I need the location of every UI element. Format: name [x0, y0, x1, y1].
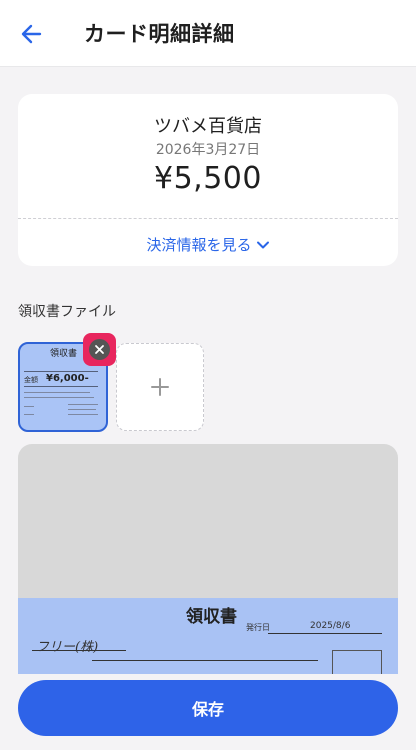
close-icon [95, 345, 104, 354]
thumbnail-line [24, 371, 98, 372]
thumbnail-line [24, 397, 94, 398]
receipt-issued-label: 発行日 [246, 623, 270, 632]
receipt-image: 領収書 発行日 2025/8/6 フリー(株) [18, 598, 398, 674]
thumbnail-line [68, 404, 98, 405]
receipt-files-label: 領収書ファイル [18, 304, 116, 320]
payment-info-label: 決済情報を見る [146, 236, 252, 254]
thumbnail-line [24, 392, 90, 393]
receipt-preview: 領収書 発行日 2025/8/6 フリー(株) [18, 444, 398, 674]
remove-receipt-button[interactable] [83, 333, 116, 366]
thumbnail-line [68, 409, 96, 410]
thumbnail-amount-label: 金額 [24, 376, 38, 384]
thumbnail-line [24, 406, 34, 407]
save-button[interactable]: 保存 [18, 680, 398, 736]
receipt-recipient: フリー(株) [36, 640, 99, 655]
add-receipt-button[interactable] [116, 343, 204, 431]
receipt-title: 領収書 [186, 607, 237, 627]
chevron-down-icon [256, 241, 269, 249]
transaction-amount: ¥5,500 [154, 161, 262, 196]
receipt-issued-date: 2025/8/6 [310, 621, 351, 631]
thumbnail-line [24, 414, 34, 415]
plus-icon [151, 378, 169, 396]
back-arrow-icon [21, 24, 42, 44]
payment-info-link[interactable]: 決済情報を見る [18, 234, 398, 255]
transaction-date: 2026年3月27日 [155, 142, 261, 158]
transaction-card: ツバメ百貨店 2026年3月27日 ¥5,500 決済情報を見る [18, 94, 398, 266]
thumbnail-amount: ¥6,000- [46, 373, 89, 384]
thumbnail-line [68, 414, 98, 415]
thumbnail-line [24, 386, 98, 387]
back-button[interactable] [18, 20, 46, 48]
receipt-line [92, 660, 318, 661]
receipt-name-line [32, 650, 126, 651]
app-header: カード明細詳細 [0, 0, 416, 67]
receipt-date-line [268, 633, 382, 634]
receipt-stamp-box [332, 650, 382, 674]
store-name: ツバメ百貨店 [154, 116, 262, 137]
card-divider [18, 218, 398, 219]
remove-badge [89, 339, 110, 360]
page-title: カード明細詳細 [84, 22, 235, 46]
thumbnail-title: 領収書 [50, 349, 78, 359]
